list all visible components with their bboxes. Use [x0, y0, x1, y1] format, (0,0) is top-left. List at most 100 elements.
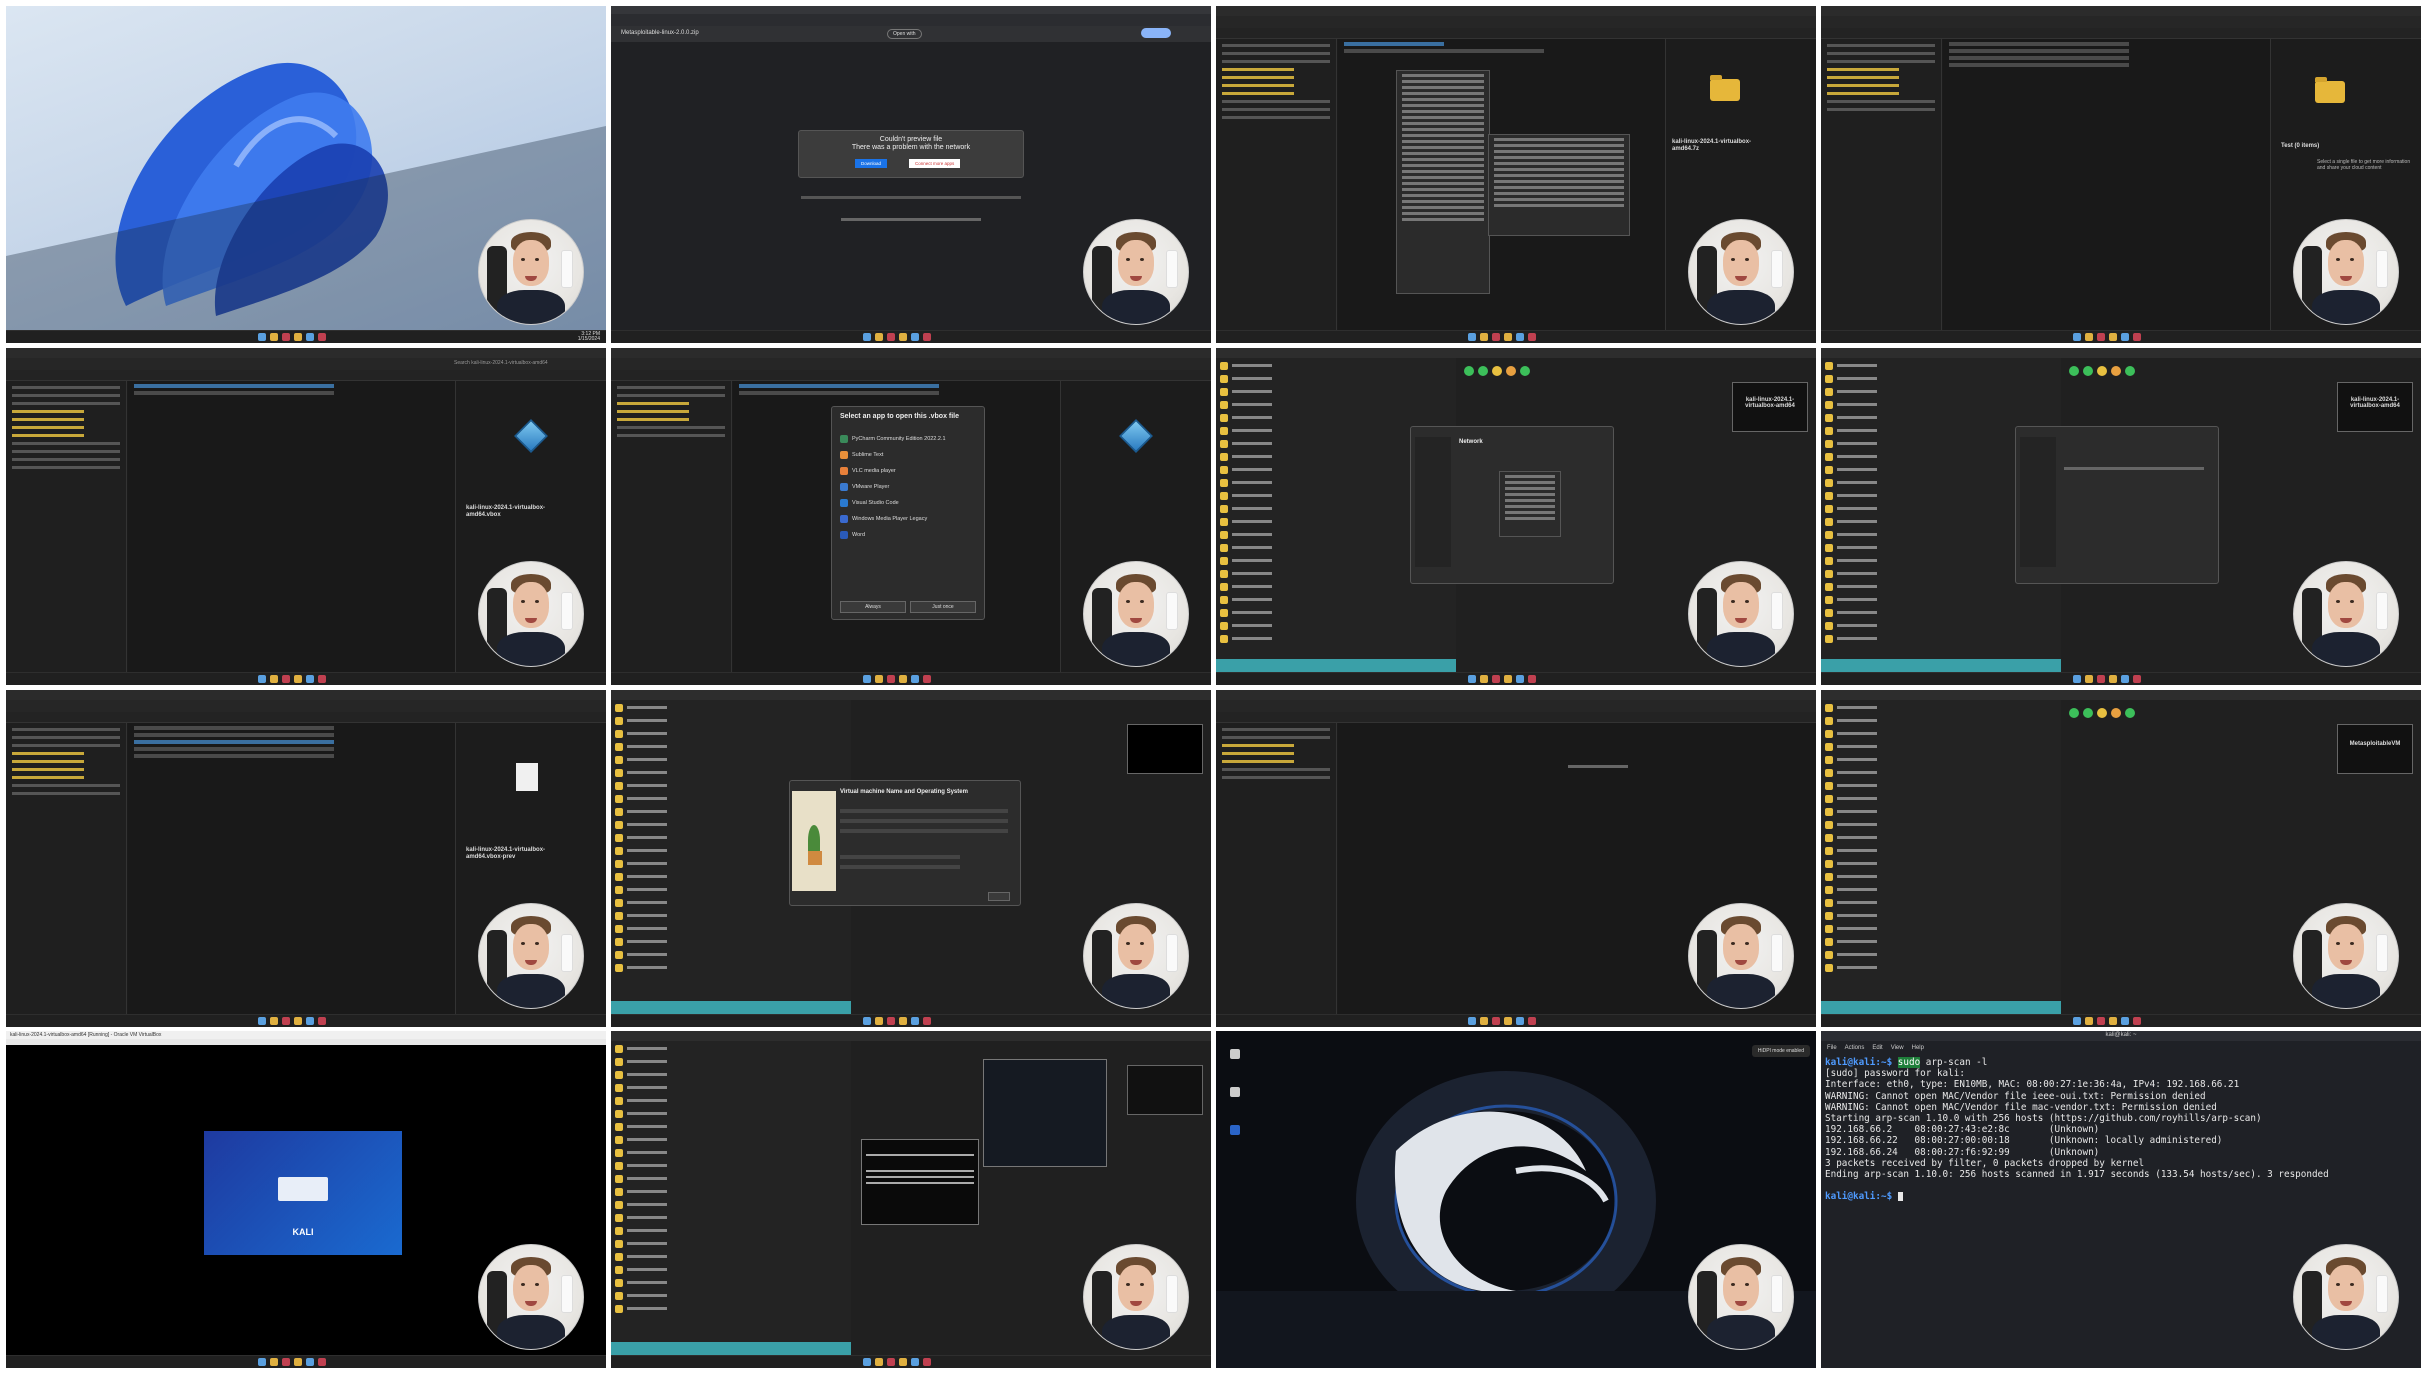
terminal-tab-title: kali@kali: ~	[2105, 1032, 2137, 1038]
app-option[interactable]: VMware Player	[840, 479, 946, 495]
tile-virtualbox-running	[611, 1031, 1211, 1368]
tile-virtualbox-network-2: kali-linux-2024.1-virtualbox-amd64	[1821, 348, 2421, 685]
app-label: Word	[852, 532, 866, 538]
webcam-overlay	[478, 903, 584, 1009]
download-button[interactable]: Download	[855, 159, 888, 168]
webcam-overlay	[1688, 561, 1794, 667]
app-label: VMware Player	[852, 484, 890, 490]
app-icon	[840, 515, 848, 523]
webcam-overlay	[1083, 1244, 1189, 1350]
preview-filename: kali-linux-2024.1-virtualbox-amd64.vbox-…	[466, 847, 546, 860]
always-button[interactable]: Always	[840, 601, 906, 613]
error-title: Couldn't preview file	[879, 136, 943, 143]
metasploitable-vm-window[interactable]	[861, 1139, 979, 1225]
taskbar: 3:12 PM 1/15/2024	[6, 330, 606, 343]
vm-preview: kali-linux-2024.1-virtualbox-amd64	[1732, 382, 1808, 432]
preview-hint: Select a single file to get more informa…	[2317, 159, 2411, 171]
app-option[interactable]: Windows Media Player Legacy	[840, 511, 946, 527]
app-option[interactable]: Visual Studio Code	[840, 495, 946, 511]
app-icon	[840, 531, 848, 539]
webcam-overlay	[1688, 903, 1794, 1009]
output-line: 192.168.66.22 08:00:27:00:00:18 (Unknown…	[1825, 1135, 2223, 1147]
output-line: Starting arp-scan 1.10.0 with 256 hosts …	[1825, 1113, 2262, 1125]
kali-vm-small-window[interactable]	[983, 1059, 1107, 1167]
search-box[interactable]: Search kali-linux-2024.1-virtualbox-amd6…	[454, 360, 548, 366]
output-line: [sudo] password for kali:	[1825, 1068, 1965, 1080]
hidpi-notice: HiDPI mode enabled	[1751, 1045, 1810, 1057]
prompt: kali@kali:~$	[1825, 1191, 1893, 1203]
app-option[interactable]: VLC media player	[840, 463, 946, 479]
webcam-overlay	[478, 219, 584, 325]
webcam-overlay	[1688, 1244, 1794, 1350]
open-with-dialog: Select an app to open this .vbox file Py…	[831, 406, 985, 620]
app-icon	[840, 483, 848, 491]
vm-window-title: kali-linux-2024.1-virtualbox-amd64 [Runn…	[10, 1032, 162, 1038]
share-button[interactable]	[1141, 28, 1171, 38]
sudo-highlight: sudo	[1897, 1057, 1921, 1068]
app-option[interactable]: PyCharm Community Edition 2022.2.1	[840, 431, 946, 447]
context-menu[interactable]	[1396, 70, 1490, 294]
selected-vm-row[interactable]	[1216, 659, 1456, 673]
menu-actions[interactable]: Actions	[1845, 1045, 1865, 1051]
tile-open-with: Select an app to open this .vbox file Py…	[611, 348, 1211, 685]
webcam-overlay	[1083, 903, 1189, 1009]
app-option[interactable]: Sublime Text	[840, 447, 946, 463]
output-line: 192.168.66.24 08:00:27:f6:92:99 (Unknown…	[1825, 1146, 2100, 1158]
preview-filename: kali-linux-2024.1-virtualbox-amd64.vbox	[466, 505, 546, 518]
preview-filename: kali-linux-2024.1-virtualbox-amd64.7z	[1672, 139, 1752, 152]
network-settings-dialog: Network	[1410, 426, 1614, 584]
network-settings-dialog	[2015, 426, 2219, 584]
output-line: Ending arp-scan 1.10.0: 256 hosts scanne…	[1825, 1169, 2329, 1181]
output-line: Interface: eth0, type: EN10MB, MAC: 08:0…	[1825, 1079, 2240, 1091]
open-with-button[interactable]: Open with	[887, 29, 922, 39]
tile-virtualbox-metasploitable: MetasploitableVM	[1821, 690, 2421, 1027]
tile-explorer-test-folder: Test (0 items) Select a single file to g…	[1821, 6, 2421, 343]
app-label: Sublime Text	[852, 452, 884, 458]
tile-explorer-vbox-prev: kali-linux-2024.1-virtualbox-amd64.vbox-…	[6, 690, 606, 1027]
webcam-overlay	[2293, 903, 2399, 1009]
filesystem-icon[interactable]	[1230, 1087, 1240, 1097]
home-icon[interactable]	[1230, 1125, 1240, 1135]
output-line: 192.168.66.2 08:00:27:43:e2:8c (Unknown)	[1825, 1124, 2100, 1136]
tile-explorer-context-menu: kali-linux-2024.1-virtualbox-amd64.7z	[1216, 6, 1816, 343]
app-icon	[840, 435, 848, 443]
webcam-overlay	[1688, 219, 1794, 325]
kali-login-screen: KALI	[204, 1131, 402, 1255]
submenu[interactable]	[1488, 134, 1630, 236]
webcam-overlay	[478, 1244, 584, 1350]
tile-explorer-metasploitable	[1216, 690, 1816, 1027]
app-label: VLC media player	[852, 468, 896, 474]
menu-file[interactable]: File	[1827, 1045, 1837, 1051]
menu-view[interactable]: View	[1891, 1045, 1904, 1051]
open-with-title: Select an app to open this .vbox file	[840, 413, 960, 420]
app-option[interactable]: Word	[840, 527, 946, 543]
output-line: 3 packets received by filter, 0 packets …	[1825, 1157, 2145, 1169]
trash-icon[interactable]	[1230, 1049, 1240, 1059]
attached-to-dropdown[interactable]	[1499, 471, 1561, 537]
menu-help[interactable]: Help	[1912, 1045, 1924, 1051]
menu-edit[interactable]: Edit	[1872, 1045, 1882, 1051]
app-icon	[840, 499, 848, 507]
webcam-overlay	[1083, 219, 1189, 325]
tile-explorer-vbox: kali-linux-2024.1-virtualbox-amd64.vbox …	[6, 348, 606, 685]
tile-create-vm: Virtual machine Name and Operating Syste…	[611, 690, 1211, 1027]
next-button[interactable]	[988, 892, 1010, 901]
file-tab-title: Metasploitable-linux-2.0.0.zip	[621, 30, 699, 36]
vm-preview: MetasploitableVM	[2337, 724, 2413, 774]
webcam-overlay	[2293, 561, 2399, 667]
preview-error-card: Couldn't preview file There was a proble…	[798, 130, 1024, 178]
webcam-overlay	[1083, 561, 1189, 667]
app-label: PyCharm Community Edition 2022.2.1	[852, 436, 946, 442]
webcam-overlay	[478, 561, 584, 667]
webcam-overlay	[2293, 219, 2399, 325]
app-icon	[840, 467, 848, 475]
just-once-button[interactable]: Just once	[910, 601, 976, 613]
connect-apps-button[interactable]: Connect more apps	[909, 159, 961, 168]
cursor	[1897, 1192, 1903, 1202]
app-icon	[840, 451, 848, 459]
tile-windows-wallpaper: 3:12 PM 1/15/2024	[6, 6, 606, 343]
output-line: WARNING: Cannot open MAC/Vendor file mac…	[1825, 1101, 2217, 1113]
app-label: Visual Studio Code	[852, 500, 899, 506]
kali-logo-text: KALI	[292, 1227, 314, 1237]
terminal-output[interactable]: kali@kali:~$ sudo arp-scan -l [sudo] pas…	[1825, 1057, 2417, 1203]
